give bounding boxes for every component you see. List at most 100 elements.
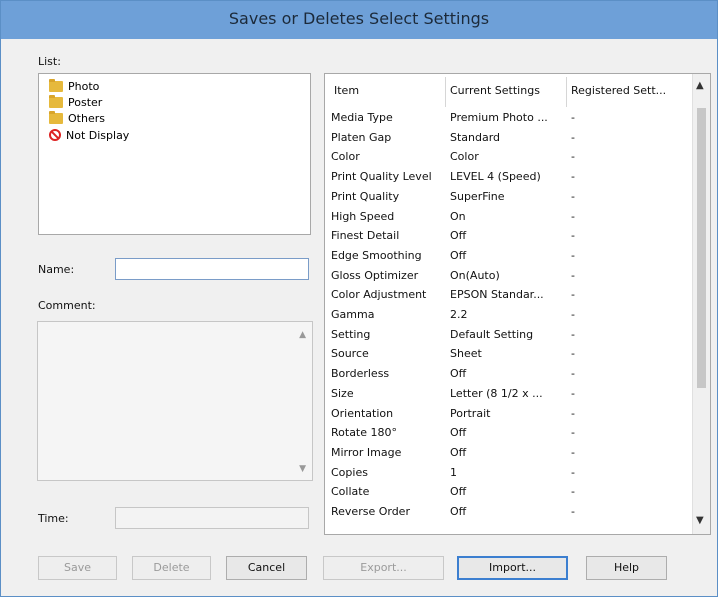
table-row[interactable]: Gamma 2.2 - (325, 307, 691, 323)
registered-setting-cell: - (571, 327, 575, 341)
table-row[interactable]: Reverse Order Off - (325, 504, 691, 520)
item-cell: Edge Smoothing (331, 248, 422, 262)
registered-setting-cell: - (571, 367, 575, 381)
time-field (115, 507, 309, 529)
current-setting-cell: Off (450, 485, 467, 499)
item-cell: Size (331, 386, 354, 400)
scroll-up-icon[interactable]: ▲ (299, 330, 306, 340)
settings-list[interactable]: Photo Poster Others Not Display (38, 73, 311, 235)
delete-button[interactable]: Delete (132, 556, 211, 580)
list-item-others[interactable]: Others (49, 110, 105, 125)
item-cell: High Speed (331, 209, 395, 223)
registered-setting-cell: - (571, 386, 575, 400)
item-cell: Print Quality (331, 189, 400, 203)
list-item-poster[interactable]: Poster (49, 94, 103, 109)
table-row[interactable]: Color Adjustment EPSON Standar... - (325, 287, 691, 303)
window-title: Saves or Deletes Select Settings (228, 9, 490, 28)
item-cell: Copies (331, 465, 368, 479)
table-row[interactable]: Rotate 180° Off - (325, 425, 691, 441)
table-row[interactable]: Source Sheet - (325, 346, 691, 362)
help-button[interactable]: Help (586, 556, 667, 580)
current-setting-cell: Color (450, 150, 479, 164)
registered-setting-cell: - (571, 170, 575, 184)
table-row[interactable]: Borderless Off - (325, 366, 691, 382)
list-label: List: (38, 55, 61, 68)
comment-label: Comment: (38, 299, 96, 312)
export-button[interactable]: Export... (323, 556, 444, 580)
time-label: Time: (38, 512, 69, 525)
table-scrollbar[interactable]: ▲ ▼ (692, 74, 710, 534)
folder-icon (49, 94, 63, 108)
current-setting-cell: Off (450, 367, 467, 381)
table-row[interactable]: Orientation Portrait - (325, 406, 691, 422)
item-cell: Color (331, 150, 360, 164)
registered-setting-cell: - (571, 485, 575, 499)
registered-setting-cell: - (571, 150, 575, 164)
table-row[interactable]: Print Quality SuperFine - (325, 189, 691, 205)
table-row[interactable]: Media Type Premium Photo ... - (325, 110, 691, 126)
current-setting-cell: Off (450, 248, 467, 262)
column-header-registered[interactable]: Registered Sett... (571, 84, 666, 97)
table-row[interactable]: Edge Smoothing Off - (325, 248, 691, 264)
list-item-photo[interactable]: Photo (49, 78, 100, 93)
registered-setting-cell: - (571, 189, 575, 203)
item-cell: Gloss Optimizer (331, 268, 419, 282)
item-cell: Print Quality Level (331, 170, 432, 184)
scroll-down-icon[interactable]: ▼ (299, 464, 306, 474)
current-setting-cell: Default Setting (450, 327, 534, 341)
current-setting-cell: Off (450, 426, 467, 440)
item-cell: Setting (331, 327, 371, 341)
dialog-window: Saves or Deletes Select Settings List: P… (0, 0, 718, 597)
registered-setting-cell: - (571, 111, 575, 124)
save-button[interactable]: Save (38, 556, 117, 580)
chevron-down-icon[interactable]: ▼ (696, 515, 704, 526)
column-header-current[interactable]: Current Settings (450, 84, 540, 97)
import-button[interactable]: Import... (457, 556, 568, 580)
folder-icon (49, 78, 63, 92)
title-bar[interactable]: Saves or Deletes Select Settings (1, 1, 717, 39)
table-row[interactable]: Size Letter (8 1/2 x ... - (325, 386, 691, 402)
table-row[interactable]: Setting Default Setting - (325, 327, 691, 343)
comment-field[interactable]: ▲ ▼ (37, 321, 313, 481)
table-row[interactable]: Collate Off - (325, 484, 691, 500)
registered-setting-cell: - (571, 347, 575, 361)
registered-setting-cell: - (571, 308, 575, 321)
registered-setting-cell: - (571, 229, 575, 243)
current-setting-cell: EPSON Standar... (450, 288, 544, 302)
item-cell: Collate (331, 485, 370, 499)
current-setting-cell: LEVEL 4 (Speed) (450, 170, 541, 184)
table-row[interactable]: Color Color - (325, 149, 691, 165)
registered-setting-cell: - (571, 248, 575, 262)
settings-table[interactable]: Item Current Settings Registered Sett...… (324, 73, 711, 535)
column-divider[interactable] (445, 77, 446, 107)
registered-setting-cell: - (571, 505, 575, 518)
chevron-up-icon[interactable]: ▲ (696, 80, 704, 91)
table-row[interactable]: Gloss Optimizer On(Auto) - (325, 268, 691, 284)
current-setting-cell: Off (450, 229, 467, 243)
name-field[interactable] (115, 258, 309, 280)
table-row[interactable]: Copies 1 - (325, 465, 691, 481)
table-row[interactable]: Finest Detail Off - (325, 228, 691, 244)
scrollbar-thumb[interactable] (697, 108, 706, 388)
column-divider[interactable] (566, 77, 567, 107)
list-item-label: Others (68, 111, 105, 125)
column-header-item[interactable]: Item (334, 84, 359, 97)
list-item-not-display[interactable]: Not Display (49, 128, 129, 142)
list-item-label: Poster (68, 95, 103, 109)
current-setting-cell: Sheet (450, 347, 482, 361)
item-cell: Orientation (331, 406, 394, 420)
cancel-button[interactable]: Cancel (226, 556, 307, 580)
table-row[interactable]: Mirror Image Off - (325, 445, 691, 461)
table-row[interactable]: Platen Gap Standard - (325, 130, 691, 146)
current-setting-cell: On (450, 209, 466, 223)
table-header: Item Current Settings Registered Sett... (325, 74, 710, 110)
list-item-label: Photo (68, 79, 100, 93)
table-row[interactable]: High Speed On - (325, 209, 691, 225)
current-setting-cell: Letter (8 1/2 x ... (450, 386, 543, 400)
table-row[interactable]: Print Quality Level LEVEL 4 (Speed) - (325, 169, 691, 185)
registered-setting-cell: - (571, 209, 575, 223)
item-cell: Rotate 180° (331, 426, 398, 440)
current-setting-cell: 1 (450, 465, 457, 479)
name-label: Name: (38, 263, 75, 276)
folder-icon (49, 110, 63, 124)
